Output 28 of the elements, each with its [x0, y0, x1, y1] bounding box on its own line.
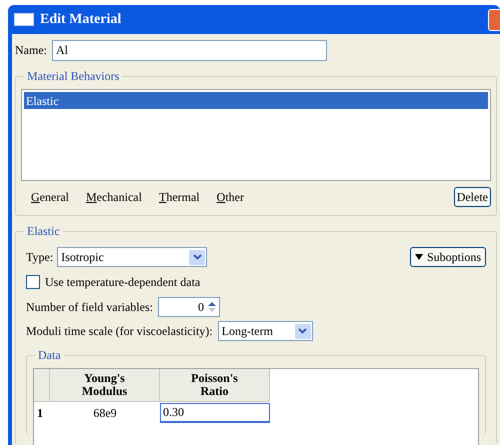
column-header: Young's Modulus [50, 369, 160, 402]
delete-button[interactable]: Delete [454, 187, 491, 207]
column-header: Poisson's Ratio [160, 369, 270, 402]
behavior-item[interactable]: Elastic [24, 92, 488, 109]
field-variables-label: Number of field variables: [26, 299, 153, 316]
close-button[interactable] [488, 8, 500, 30]
suboptions-button[interactable]: Suboptions [410, 247, 486, 267]
header-corner [34, 369, 50, 402]
checkbox-label: Use temperature-dependent data [45, 274, 200, 291]
spin-arrows-icon [206, 300, 217, 314]
menu-item[interactable]: General [31, 188, 69, 206]
name-label: Name: [15, 42, 47, 59]
field-variables-spinner[interactable]: 0 [158, 297, 220, 317]
row-number: 1 [36, 404, 44, 422]
type-dropdown[interactable]: Isotropic [57, 247, 208, 267]
checkbox[interactable] [26, 275, 40, 289]
time-scale-label: Moduli time scale (for viscoelasticity): [26, 323, 213, 340]
window-icon [14, 13, 34, 26]
type-label: Type: [26, 249, 54, 266]
window-title: Edit Material [40, 11, 122, 29]
menu-item[interactable]: Other [216, 188, 244, 206]
time-scale-dropdown[interactable]: Long-term [218, 321, 313, 341]
table-cell[interactable]: 68e9 [50, 402, 160, 422]
menu-item[interactable]: Thermal [158, 188, 200, 206]
name-field[interactable]: Al [52, 40, 327, 60]
caret-icon [414, 254, 423, 260]
table-cell[interactable]: 0.30 [160, 402, 270, 422]
menu-item[interactable]: Mechanical [86, 188, 142, 206]
